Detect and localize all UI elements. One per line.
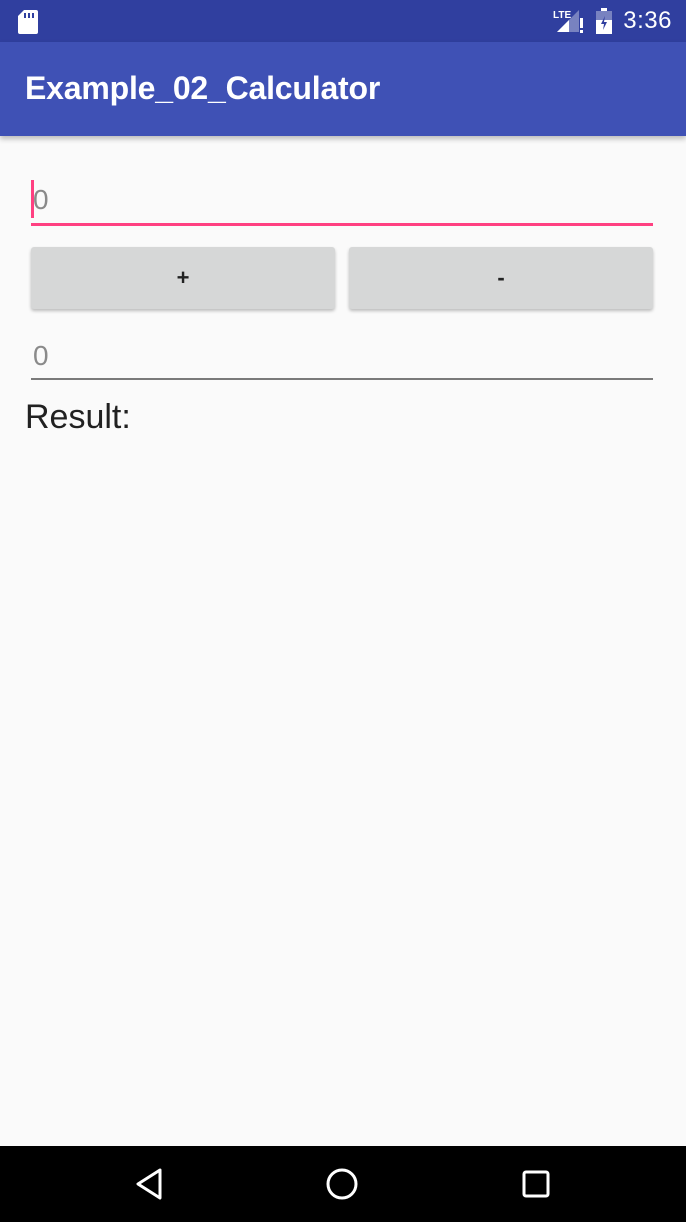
clock: 3:36 xyxy=(623,7,672,34)
second-number-input[interactable] xyxy=(31,336,655,376)
app-screen: LTE 3:36 Example_02_Calculator + - xyxy=(0,0,686,1222)
first-input-underline xyxy=(31,223,653,226)
first-number-field[interactable] xyxy=(31,178,655,226)
battery-icon xyxy=(596,8,613,34)
back-icon[interactable] xyxy=(130,1164,170,1204)
add-button[interactable]: + xyxy=(31,247,335,309)
recents-icon[interactable] xyxy=(516,1164,556,1204)
status-icons: LTE 3:36 xyxy=(553,0,672,42)
app-bar: Example_02_Calculator xyxy=(0,42,686,136)
home-icon[interactable] xyxy=(322,1164,362,1204)
navigation-bar xyxy=(0,1146,686,1222)
result-label: Result: xyxy=(25,398,131,436)
app-title: Example_02_Calculator xyxy=(25,70,381,106)
second-number-field[interactable] xyxy=(31,336,655,380)
second-input-underline xyxy=(31,378,653,380)
subtract-button[interactable]: - xyxy=(349,247,653,309)
text-cursor xyxy=(31,180,34,218)
first-number-input[interactable] xyxy=(31,178,655,222)
lte-signal-icon: LTE xyxy=(553,10,584,33)
status-bar: LTE 3:36 xyxy=(0,0,686,42)
sd-card-icon xyxy=(18,10,38,34)
network-label: LTE xyxy=(553,10,571,21)
